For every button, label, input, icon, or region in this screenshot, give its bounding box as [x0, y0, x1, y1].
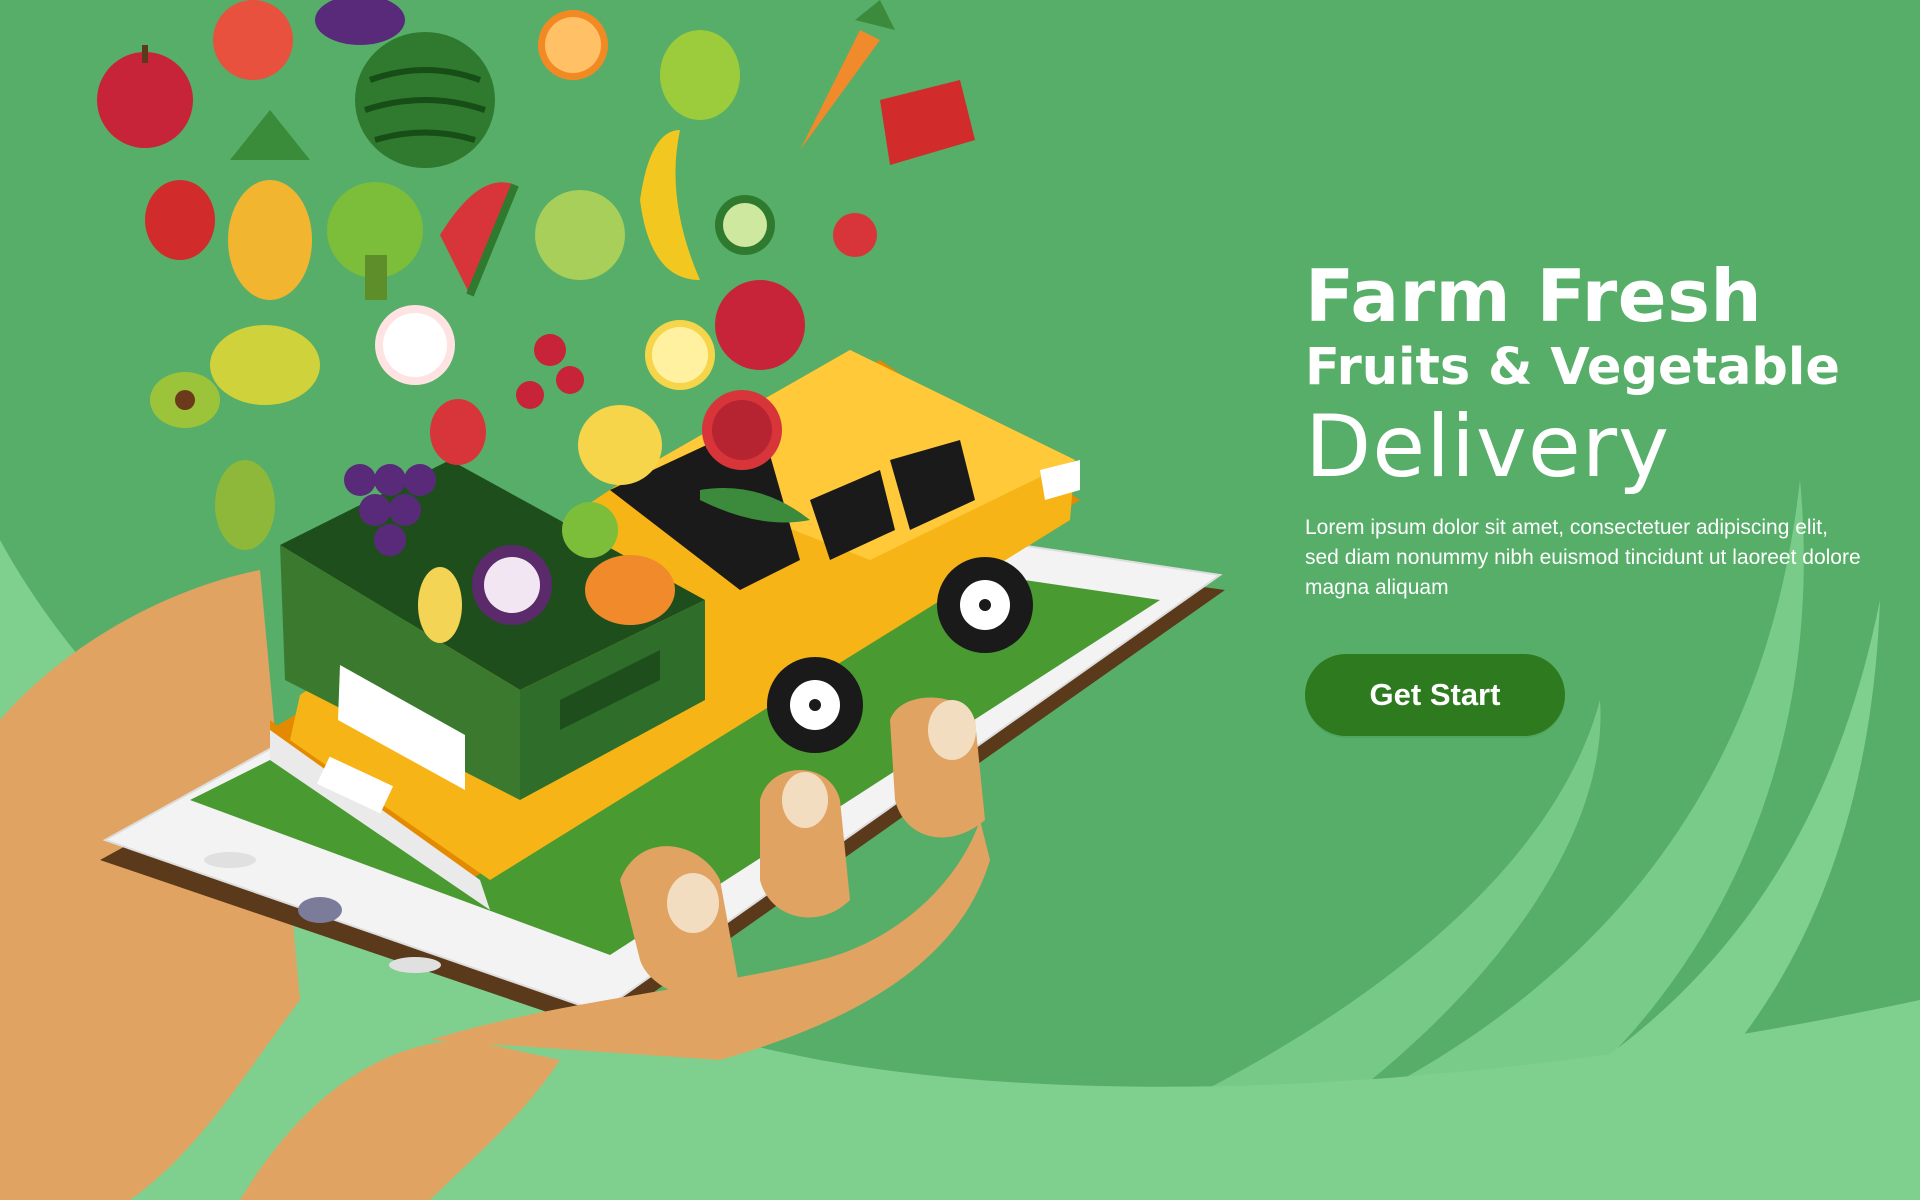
hero-title-line2: Fruits & Vegetable	[1305, 338, 1840, 397]
peach-icon	[213, 0, 293, 80]
strawberry-icon	[430, 399, 486, 465]
strawberry-icon	[833, 213, 877, 257]
lettuce-icon	[562, 502, 618, 558]
hero-text: Farm Fresh Fruits & Vegetable Delivery L…	[1305, 255, 1885, 603]
red-pepper-icon	[145, 180, 215, 260]
pear-icon	[215, 460, 275, 550]
lemon-icon	[578, 405, 662, 485]
tomato-icon	[715, 280, 805, 370]
hero-title-line3: Delivery	[1305, 397, 1670, 497]
tomato-slice-icon	[702, 390, 782, 470]
hero-title-line1: Farm Fresh	[1305, 254, 1763, 338]
pumpkin-icon	[585, 555, 675, 625]
cucumber-slice-icon	[715, 195, 775, 255]
watermelon-icon	[355, 32, 495, 168]
apple-icon	[97, 45, 193, 148]
avocado-icon	[150, 372, 220, 428]
carrot-icon	[800, 0, 895, 150]
mango-icon	[210, 325, 320, 405]
broccoli-icon	[327, 182, 423, 300]
lemon-slice-icon	[645, 320, 715, 390]
hero-banner: Farm Fresh Fruits & Vegetable Delivery L…	[0, 0, 1920, 1200]
eggplant-icon	[315, 0, 405, 45]
custard-apple-icon	[535, 190, 625, 280]
banana-icon	[640, 130, 700, 280]
orange-slice-icon	[538, 10, 608, 80]
mangosteen-icon	[472, 545, 552, 625]
watermelon-slice-icon	[440, 182, 519, 297]
red-pepper-icon	[880, 80, 975, 165]
pineapple-icon	[228, 110, 312, 300]
pear-icon	[660, 30, 740, 120]
hero-description: Lorem ipsum dolor sit amet, consectetuer…	[1305, 516, 1861, 599]
apple-icon	[375, 305, 455, 385]
cherry-icon	[516, 334, 584, 409]
corn-icon	[418, 567, 462, 643]
get-start-button[interactable]: Get Start	[1305, 654, 1565, 736]
